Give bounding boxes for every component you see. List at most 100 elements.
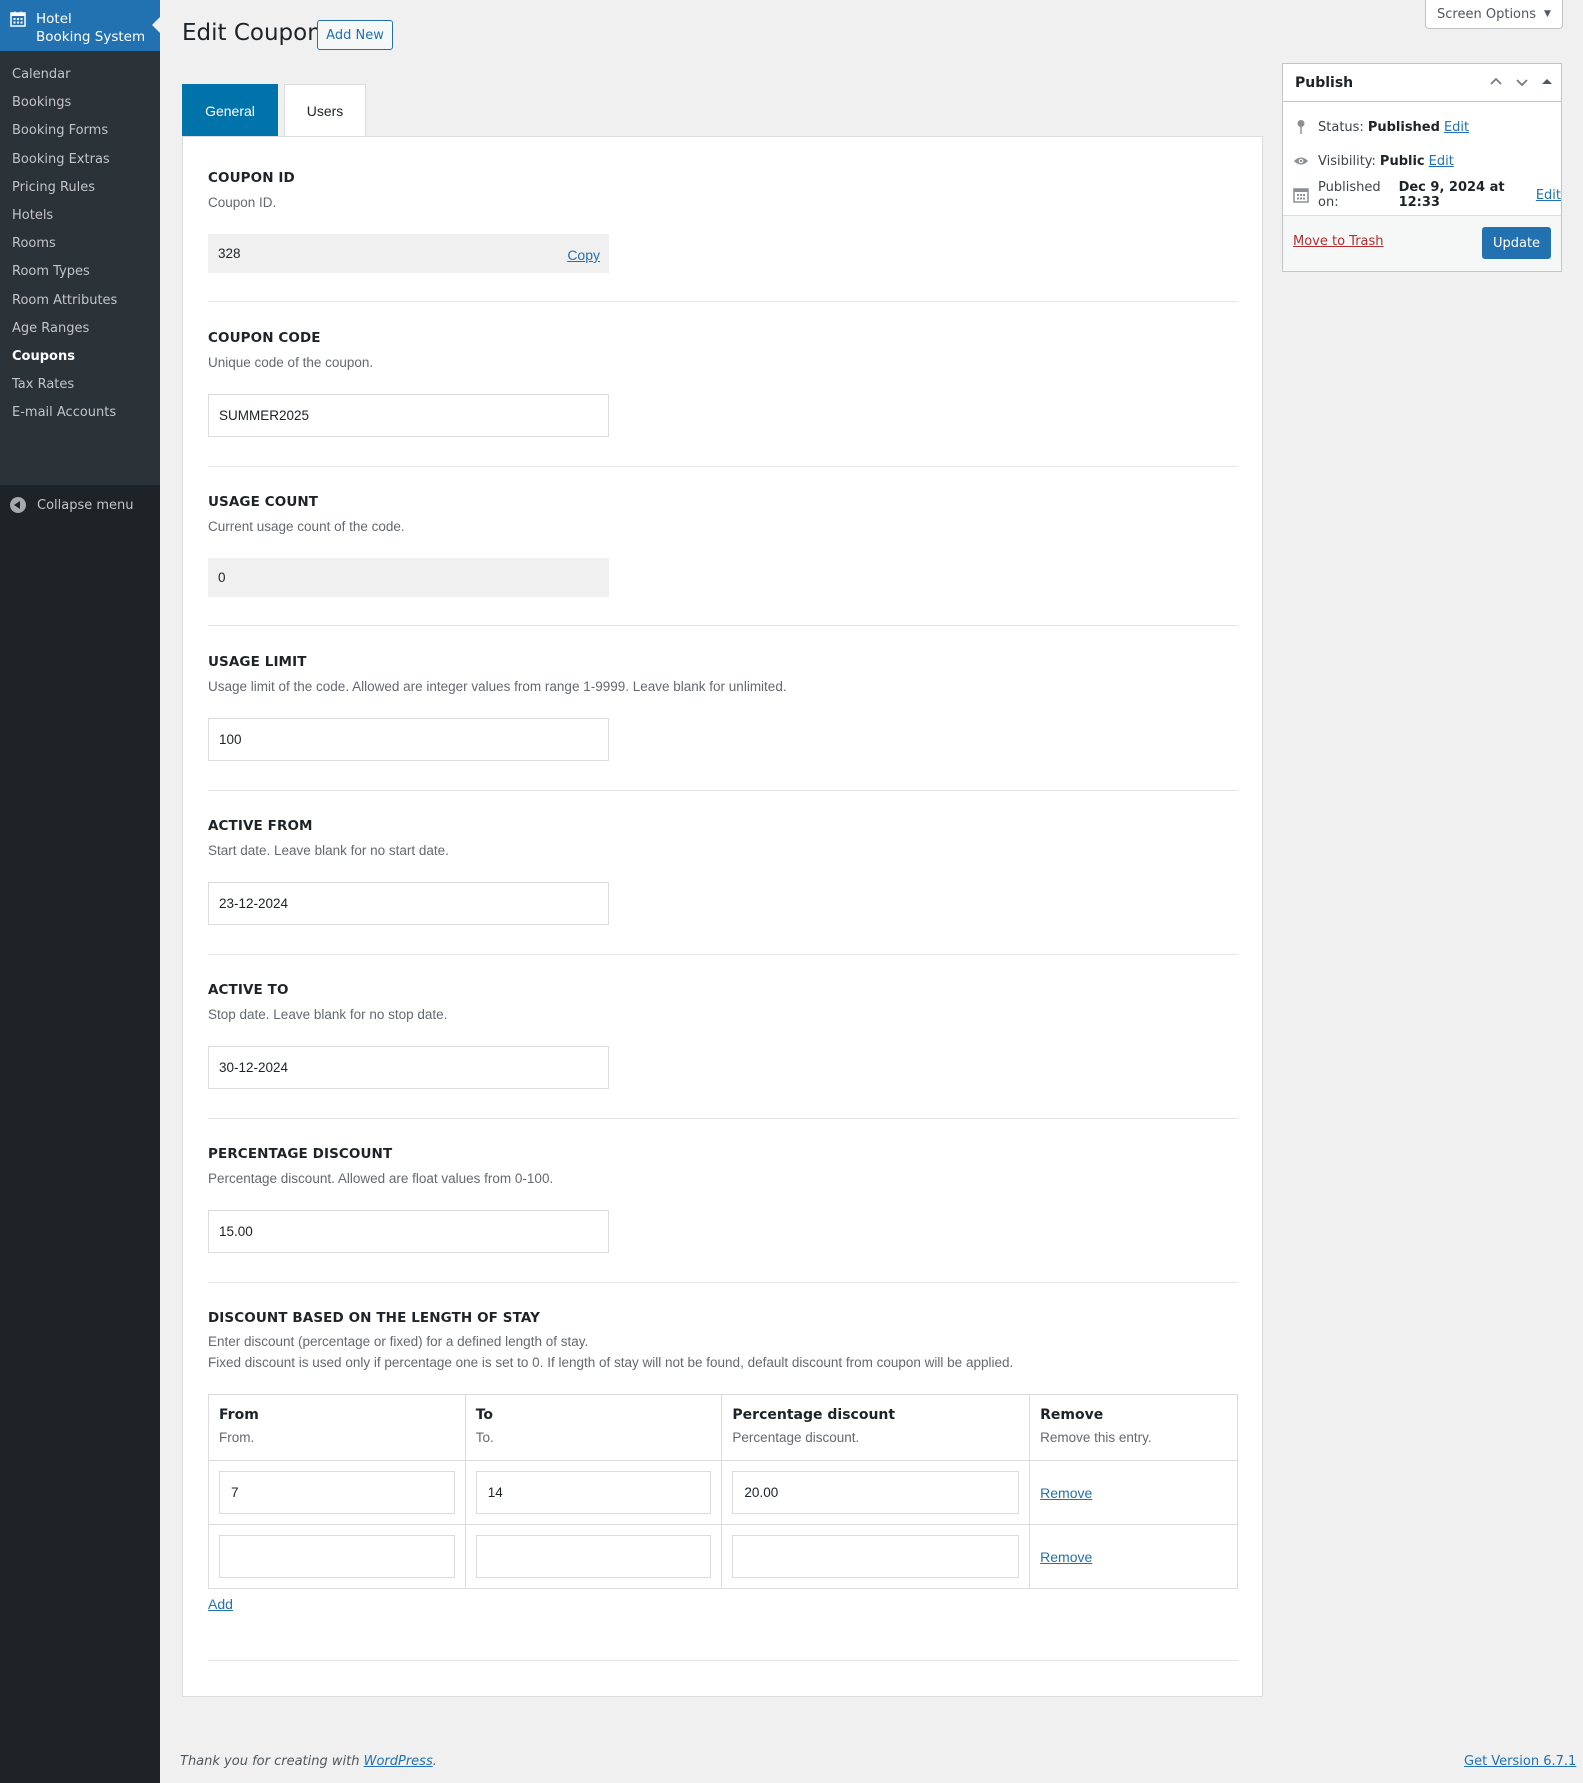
submenu: Calendar Bookings Booking Forms Booking …: [0, 51, 160, 485]
field-label: USAGE COUNT: [208, 494, 319, 510]
divider: [208, 790, 1238, 791]
active-to-input[interactable]: 30-12-2024: [208, 1046, 609, 1089]
publish-box-body: Status: Published Edit Visibility: Publi…: [1283, 102, 1561, 212]
field-label: PERCENTAGE DISCOUNT: [208, 1146, 393, 1162]
field-label: USAGE LIMIT: [208, 654, 307, 670]
pin-icon: [1293, 119, 1309, 135]
divider: [208, 1282, 1238, 1283]
length-of-stay-table: From From. To To. Percentage discount Perce…: [208, 1394, 1238, 1589]
edit-visibility-link[interactable]: Edit: [1429, 154, 1454, 169]
divider: [208, 625, 1238, 626]
sidebar-item-booking-forms[interactable]: Booking Forms: [0, 117, 160, 145]
column-header-to: To To.: [464, 1394, 723, 1461]
sidebar-brand-label: Hotel Booking System: [36, 10, 145, 46]
column-title: Remove: [1040, 1407, 1104, 1423]
screen-options-label: Screen Options: [1437, 6, 1537, 22]
coupon-code-field: COUPON CODE Unique code of the coupon. S…: [208, 330, 1238, 437]
add-new-button[interactable]: Add New: [317, 20, 393, 50]
sidebar-item-bookings[interactable]: Bookings: [0, 89, 160, 117]
status-value: Published: [1367, 119, 1440, 135]
sidebar-item-calendar[interactable]: Calendar: [0, 61, 160, 89]
eye-icon: [1293, 153, 1309, 169]
usage-count-field: USAGE COUNT Current usage count of the c…: [208, 494, 1238, 597]
table-cell: [208, 1524, 466, 1589]
percentage-input[interactable]: [732, 1535, 1020, 1578]
to-input[interactable]: 14: [475, 1471, 712, 1514]
percentage-discount-input[interactable]: 15.00: [208, 1210, 609, 1253]
coupon-code-input[interactable]: SUMMER2025: [208, 394, 609, 437]
visibility-row: Visibility: Public Edit: [1283, 144, 1561, 178]
page-title: Edit Coupon: [182, 20, 322, 46]
admin-sidebar: Hotel Booking System Calendar Bookings B…: [0, 0, 160, 1783]
table-cell: 7: [208, 1460, 466, 1525]
tab-users[interactable]: Users: [284, 84, 366, 137]
collapse-arrow-icon: [10, 497, 26, 513]
footer-thanks-text: Thank you for creating with: [180, 1754, 360, 1769]
column-title: From: [219, 1407, 259, 1423]
copy-link[interactable]: Copy: [567, 247, 600, 263]
tab-general[interactable]: General: [182, 84, 278, 137]
remove-link[interactable]: Remove: [1040, 1485, 1092, 1501]
chevron-up-icon[interactable]: [1487, 73, 1505, 91]
collapse-menu-button[interactable]: Collapse menu: [0, 485, 160, 525]
add-entry-link[interactable]: Add: [208, 1596, 233, 1612]
visibility-label: Visibility:: [1318, 153, 1376, 169]
sidebar-item-age-ranges[interactable]: Age Ranges: [0, 315, 160, 343]
table-row: Remove: [208, 1524, 1238, 1589]
sidebar-item-rooms[interactable]: Rooms: [0, 230, 160, 258]
sidebar-item-email-accounts[interactable]: E-mail Accounts: [0, 399, 160, 427]
sidebar-brand-hotel-booking[interactable]: Hotel Booking System: [0, 0, 160, 51]
column-title: To: [475, 1407, 494, 1423]
coupon-id-value: 328: [218, 246, 241, 261]
from-input[interactable]: 7: [219, 1471, 455, 1514]
published-on-row: Published on: Dec 9, 2024 at 12:33 Edit: [1283, 178, 1561, 212]
field-label: ACTIVE TO: [208, 982, 289, 998]
chevron-down-icon[interactable]: [1513, 73, 1531, 91]
sidebar-item-room-attributes[interactable]: Room Attributes: [0, 287, 160, 315]
column-header-percentage: Percentage discount Percentage discount.: [721, 1394, 1031, 1461]
field-description: Usage limit of the code. Allowed are int…: [208, 679, 787, 694]
sidebar-item-booking-extras[interactable]: Booking Extras: [0, 146, 160, 174]
sidebar-item-tax-rates[interactable]: Tax Rates: [0, 371, 160, 399]
calendar-icon: [1293, 187, 1309, 203]
submenu-list: Calendar Bookings Booking Forms Booking …: [0, 51, 160, 427]
percentage-input[interactable]: 20.00: [732, 1471, 1020, 1514]
from-input[interactable]: [219, 1535, 455, 1578]
table-cell: 20.00: [721, 1460, 1031, 1525]
brand-line-1: Hotel: [36, 11, 72, 27]
footer-thanks: Thank you for creating with WordPress.: [180, 1754, 437, 1769]
length-of-stay-field: DISCOUNT BASED ON THE LENGTH OF STAY Ent…: [208, 1310, 1238, 1373]
coupon-settings-panel: COUPON ID Coupon ID. 328 Copy COUPON COD…: [182, 136, 1263, 1697]
visibility-value: Public: [1379, 153, 1425, 169]
table-cell: 14: [464, 1460, 723, 1525]
table-cell: [464, 1524, 723, 1589]
sidebar-item-coupons[interactable]: Coupons: [0, 343, 160, 371]
get-version-link[interactable]: Get Version 6.7.1: [1464, 1754, 1576, 1769]
edit-status-link[interactable]: Edit: [1444, 120, 1469, 135]
sidebar-item-room-types[interactable]: Room Types: [0, 258, 160, 286]
active-from-input[interactable]: 23-12-2024: [208, 882, 609, 925]
status-label: Status:: [1318, 119, 1364, 135]
usage-limit-field: USAGE LIMIT Usage limit of the code. All…: [208, 654, 1238, 761]
move-to-trash-link[interactable]: Move to Trash: [1293, 234, 1384, 249]
field-description: Current usage count of the code.: [208, 519, 405, 534]
screen-options-button[interactable]: Screen Options ▼: [1425, 0, 1563, 29]
usage-count-input: 0: [208, 558, 609, 597]
publish-box-header: Publish: [1283, 64, 1561, 102]
sidebar-item-pricing-rules[interactable]: Pricing Rules: [0, 174, 160, 202]
divider: [208, 301, 1238, 302]
field-description: Coupon ID.: [208, 195, 277, 210]
published-on-value: Dec 9, 2024 at 12:33: [1398, 180, 1505, 210]
wordpress-link[interactable]: WordPress: [364, 1754, 433, 1769]
publish-box-controls: [1487, 73, 1555, 91]
sidebar-item-hotels[interactable]: Hotels: [0, 202, 160, 230]
active-from-field: ACTIVE FROM Start date. Leave blank for …: [208, 818, 1238, 925]
coupon-id-input[interactable]: 328 Copy: [208, 234, 609, 273]
collapse-triangle-icon[interactable]: [1539, 73, 1555, 91]
to-input[interactable]: [475, 1535, 712, 1578]
published-on-label: Published on:: [1318, 180, 1381, 210]
usage-limit-input[interactable]: 100: [208, 718, 609, 761]
remove-link[interactable]: Remove: [1040, 1549, 1092, 1565]
edit-date-link[interactable]: Edit: [1536, 188, 1561, 203]
update-button[interactable]: Update: [1482, 227, 1551, 259]
